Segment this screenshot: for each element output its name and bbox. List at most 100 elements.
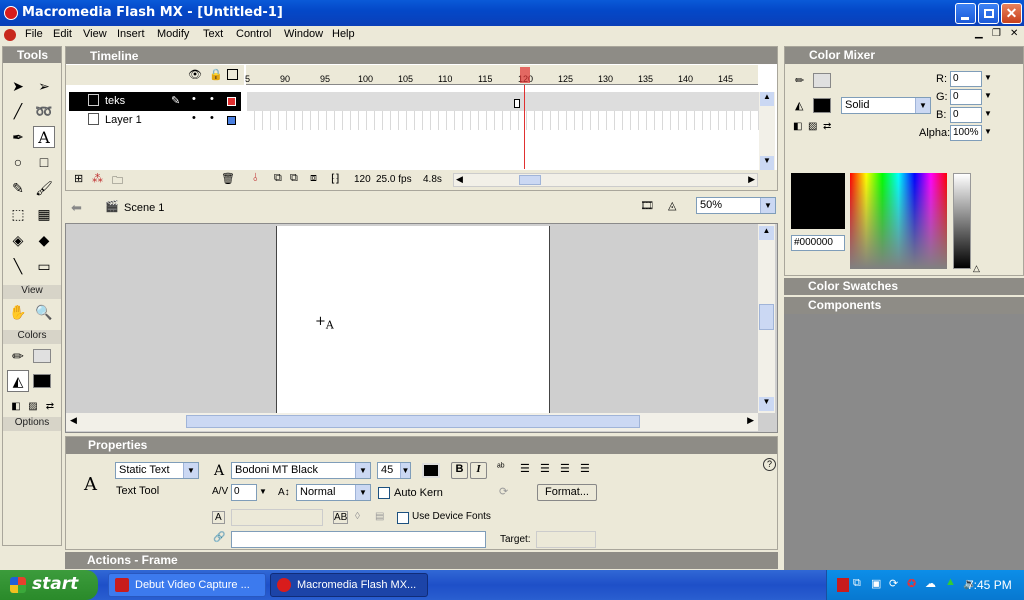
swap-colors-icon[interactable]: ⇄ — [39, 395, 61, 417]
timeline-hscroll[interactable]: ◀ ▶ — [453, 173, 758, 187]
g-chevron-icon[interactable]: ▼ — [984, 91, 992, 100]
device-fonts-checkbox[interactable] — [397, 512, 409, 524]
tracking-input[interactable]: 0 — [231, 484, 257, 501]
visibility-dot[interactable]: • — [192, 93, 196, 105]
text-type-select[interactable]: Static Text ▼ — [115, 462, 199, 479]
close-button[interactable]: ✕ — [1001, 3, 1022, 24]
center-frame-icon[interactable]: ⫰ — [253, 172, 258, 185]
justify-icon[interactable]: ☰ — [580, 462, 590, 475]
color-spectrum[interactable] — [850, 173, 947, 269]
restore-button[interactable] — [978, 3, 999, 24]
menu-window[interactable]: Window — [284, 28, 323, 40]
tray-antivirus-icon[interactable]: ✪ — [907, 577, 916, 590]
fill-style-select[interactable]: Solid ▼ — [841, 97, 931, 114]
italic-button[interactable]: I — [470, 462, 487, 479]
baseline-select[interactable]: Normal ▼ — [296, 484, 371, 501]
lock-dot[interactable]: • — [210, 112, 214, 124]
task-flash[interactable]: Macromedia Flash MX... — [270, 573, 428, 597]
menu-view[interactable]: View — [83, 28, 107, 40]
stroke-icon[interactable]: ✏ — [795, 74, 804, 87]
stage-canvas[interactable]: +A — [276, 226, 550, 414]
tray-debut-icon[interactable] — [837, 578, 849, 592]
rectangle-tool-icon[interactable]: □ — [33, 151, 55, 173]
brush-tool-icon[interactable]: 🖌 — [33, 177, 55, 199]
add-folder-icon[interactable]: 🗀 — [112, 172, 123, 191]
stage-vscroll[interactable]: ▲ ▼ — [758, 224, 775, 413]
hex-input[interactable]: #000000 — [791, 235, 845, 251]
visibility-dot[interactable]: • — [192, 112, 196, 124]
hand-tool-icon[interactable]: ✋ — [7, 301, 29, 323]
bold-button[interactable]: B — [451, 462, 468, 479]
zoom-select[interactable]: 50% ▼ — [696, 197, 776, 214]
text-direction-icon[interactable]: ᵃᵇ — [497, 462, 505, 473]
menu-modify[interactable]: Modify — [157, 28, 189, 40]
g-input[interactable]: 0 — [950, 89, 982, 105]
stroke-color-swatch[interactable] — [33, 349, 51, 363]
swap-colors-icon[interactable]: ⇄ — [823, 121, 831, 132]
keyframe-marker[interactable] — [514, 99, 520, 108]
menu-text[interactable]: Text — [203, 28, 223, 40]
pencil-tool-icon[interactable]: ✎ — [7, 177, 29, 199]
align-left-icon[interactable]: ☰ — [520, 462, 530, 475]
add-layer-icon[interactable]: ⊞ — [74, 172, 83, 185]
r-chevron-icon[interactable]: ▼ — [984, 73, 992, 82]
actions-panel-header[interactable]: Actions - Frame — [65, 552, 778, 569]
outline-icon[interactable] — [227, 69, 238, 80]
text-tool-icon[interactable]: A — [33, 126, 55, 148]
menu-insert[interactable]: Insert — [117, 28, 145, 40]
fill-transform-tool-icon[interactable]: ▦ — [33, 203, 55, 225]
back-arrow-icon[interactable]: ⬅ — [71, 200, 82, 216]
layer-row-layer1[interactable]: Layer 1 • • — [69, 111, 241, 130]
add-guide-icon[interactable]: ⁂ — [92, 172, 103, 185]
alpha-input[interactable]: 100% — [950, 125, 982, 141]
fill-color-swatch[interactable] — [33, 374, 51, 388]
font-size-select[interactable]: 45 ▼ — [377, 462, 411, 479]
stroke-swatch[interactable] — [813, 73, 831, 88]
fill-color-icon[interactable]: ◭ — [7, 370, 29, 392]
no-color-icon[interactable]: ▨ — [808, 121, 817, 132]
menu-file[interactable]: File — [25, 28, 43, 40]
default-colors-icon[interactable]: ◧ — [793, 121, 802, 132]
tray-monitor-icon[interactable]: ▣ — [871, 577, 881, 590]
brightness-slider[interactable] — [953, 173, 971, 269]
onion-outline-icon[interactable]: ⧉ — [290, 172, 298, 185]
color-mixer-header[interactable]: Color Mixer — [785, 47, 1023, 64]
arrow-tool-icon[interactable]: ➤ — [7, 75, 29, 97]
tray-refresh-icon[interactable]: ⟳ — [889, 577, 898, 590]
text-color-swatch[interactable] — [422, 463, 440, 478]
components-header[interactable]: Components — [784, 297, 1024, 314]
frame-ruler[interactable]: 5 90 95 100 105 110 115 120 125 130 135 … — [245, 65, 758, 85]
tray-warning-icon[interactable]: ▲ — [945, 576, 956, 588]
stage-hscroll[interactable]: ◀ ▶ — [66, 413, 758, 431]
stroke-color-icon[interactable]: ✏ — [7, 345, 29, 367]
onion-skin-icon[interactable]: ⧉ — [274, 172, 282, 185]
rotate-icon[interactable]: ⟳ — [499, 485, 508, 498]
align-right-icon[interactable]: ☰ — [560, 462, 570, 475]
menu-edit[interactable]: Edit — [53, 28, 72, 40]
color-swatches-header[interactable]: Color Swatches — [784, 278, 1024, 295]
layer-row-teks[interactable]: teks ✎ • • — [69, 92, 241, 111]
align-center-icon[interactable]: ☰ — [540, 462, 550, 475]
menu-help[interactable]: Help — [332, 28, 355, 40]
edit-multiple-icon[interactable]: ⧈ — [310, 172, 317, 185]
fill-swatch[interactable] — [813, 98, 831, 113]
ink-bottle-tool-icon[interactable]: ◈ — [7, 229, 29, 251]
properties-header[interactable]: Properties — [66, 437, 777, 454]
layer-color-box[interactable] — [227, 97, 236, 106]
r-input[interactable]: 0 — [950, 71, 982, 87]
lock-icon[interactable]: 🔒 — [209, 68, 223, 81]
minimize-button[interactable] — [955, 3, 976, 24]
selectable-icon[interactable]: AB — [333, 511, 349, 524]
eye-icon[interactable]: 👁 — [188, 68, 202, 81]
tray-network-icon[interactable]: ⧉ — [853, 577, 861, 590]
brightness-arrow-icon[interactable]: △ — [973, 263, 980, 274]
html-render-icon[interactable]: ◊ — [355, 511, 360, 522]
b-input[interactable]: 0 — [950, 107, 982, 123]
doc-minimize-button[interactable]: ▁ — [975, 28, 983, 39]
edit-scene-icon[interactable]: 🎞 — [640, 199, 654, 212]
format-button[interactable]: Format... — [537, 484, 597, 501]
eyedropper-tool-icon[interactable]: ╲ — [7, 255, 29, 277]
doc-close-button[interactable]: ✕ — [1010, 28, 1018, 39]
stage-area[interactable]: +A ▲ ▼ ◀ ▶ — [65, 223, 778, 433]
zoom-tool-icon[interactable]: 🔍 — [33, 301, 55, 323]
